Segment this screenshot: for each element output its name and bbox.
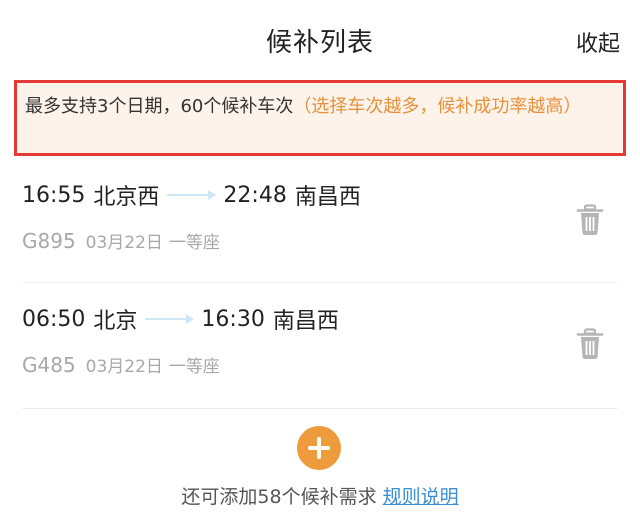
seat-class: 一等座 bbox=[168, 357, 220, 377]
arrow-icon bbox=[145, 314, 195, 324]
seat-class: 一等座 bbox=[168, 233, 220, 253]
add-button[interactable] bbox=[297, 426, 341, 470]
arrow-icon bbox=[167, 190, 217, 200]
notice-banner: 最多支持3个日期，60个候补车次（选择车次越多，候补成功率越高） bbox=[14, 80, 626, 156]
footer: 还可添加58个候补需求 规则说明 bbox=[0, 482, 640, 509]
train-code: G895 bbox=[22, 229, 76, 253]
trip-details: G485 03月22日 一等座 bbox=[22, 352, 220, 377]
trash-icon[interactable] bbox=[576, 328, 604, 360]
depart-time: 16:55 bbox=[22, 182, 86, 208]
arrive-time: 16:30 bbox=[201, 306, 265, 332]
trip-item[interactable]: 16:55 北京西 22:48 南昌西 G895 03月22日 一等座 bbox=[22, 168, 618, 282]
notice-main-text: 最多支持3个日期，60个候补车次 bbox=[25, 96, 294, 117]
trip-route: 06:50 北京 16:30 南昌西 bbox=[22, 302, 339, 336]
travel-date: 03月22日 bbox=[85, 233, 163, 253]
travel-date: 03月22日 bbox=[85, 357, 163, 377]
page-title: 候补列表 bbox=[265, 28, 374, 58]
rules-link[interactable]: 规则说明 bbox=[383, 486, 459, 508]
header: 候补列表 收起 bbox=[0, 0, 640, 80]
depart-station: 北京西 bbox=[93, 185, 160, 210]
trash-icon[interactable] bbox=[576, 204, 604, 236]
divider bbox=[22, 282, 618, 283]
notice-hint-text: （选择车次越多，候补成功率越高） bbox=[293, 96, 582, 117]
depart-station: 北京 bbox=[93, 309, 138, 334]
remaining-count-text: 还可添加58个候补需求 bbox=[181, 486, 377, 508]
train-code: G485 bbox=[22, 353, 76, 377]
arrive-time: 22:48 bbox=[223, 182, 287, 208]
trip-details: G895 03月22日 一等座 bbox=[22, 228, 220, 253]
arrive-station: 南昌西 bbox=[272, 309, 339, 334]
divider bbox=[22, 408, 618, 409]
depart-time: 06:50 bbox=[22, 306, 86, 332]
trip-item[interactable]: 06:50 北京 16:30 南昌西 G485 03月22日 一等座 bbox=[22, 292, 618, 406]
collapse-button[interactable]: 收起 bbox=[576, 26, 620, 58]
arrive-station: 南昌西 bbox=[294, 185, 361, 210]
trip-route: 16:55 北京西 22:48 南昌西 bbox=[22, 178, 361, 212]
